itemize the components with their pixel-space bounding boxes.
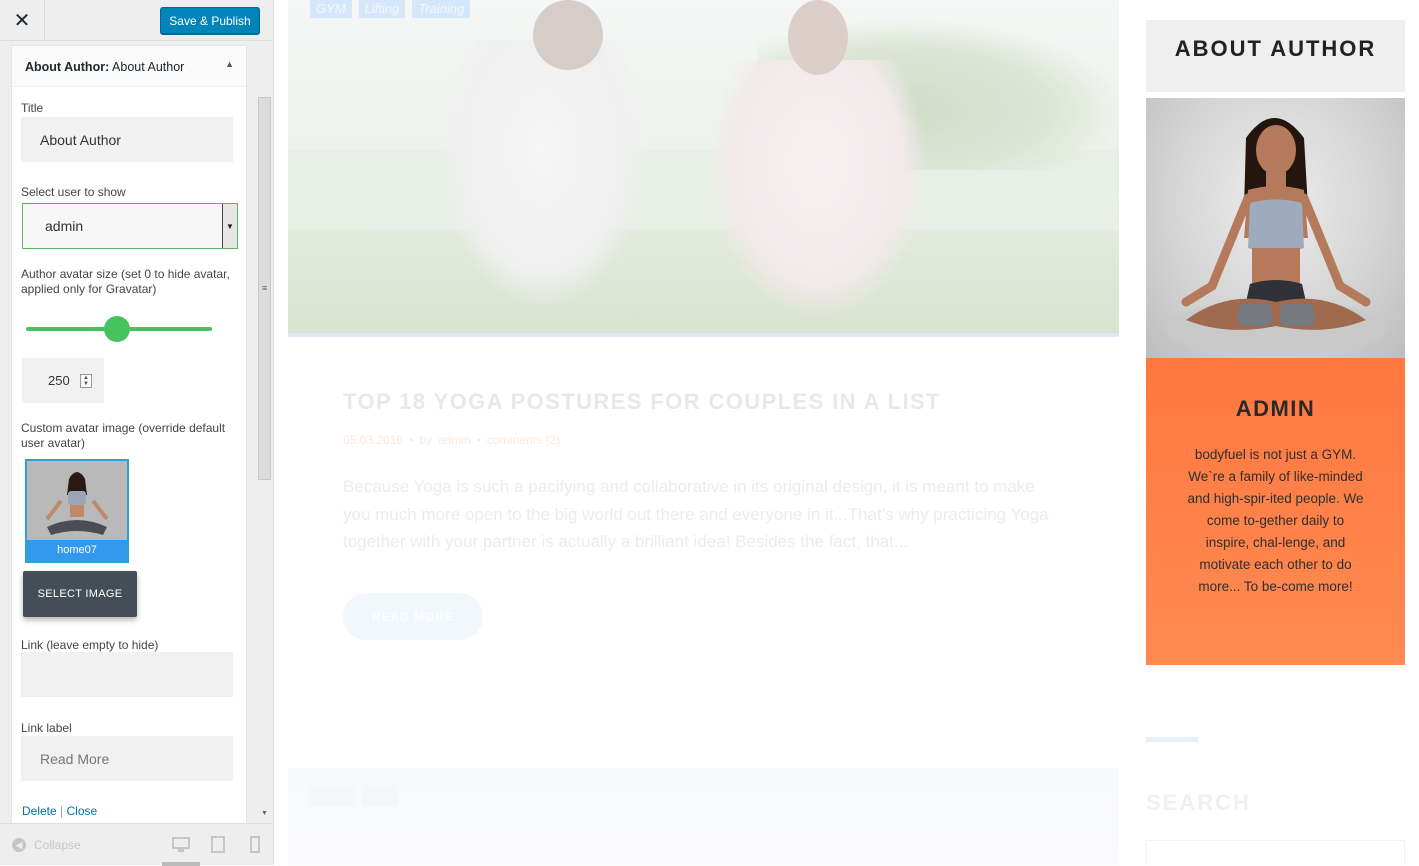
close-icon[interactable]: ✕	[0, 0, 45, 41]
meta-dot: •	[476, 433, 481, 447]
dropdown-arrow-icon[interactable]: ▼	[222, 204, 237, 248]
customizer-scroll-area[interactable]: About Author: About Author ▲ Title About…	[0, 41, 273, 823]
post-meta: 05.03.2016 • by admin • comments (2)	[343, 433, 560, 447]
next-post-image[interactable]	[288, 768, 1119, 865]
scroll-grip-icon: ≡	[262, 283, 268, 293]
post-by: by	[419, 433, 432, 447]
customizer-header: ✕ Save & Publish	[0, 0, 273, 41]
link-label: Link (leave empty to hide)	[21, 638, 159, 652]
customizer-scrollbar[interactable]: ≡	[258, 97, 271, 480]
about-author-widget-preview: ABOUT AUTHOR ADMIN bodyfuel is not just …	[1146, 20, 1405, 665]
post-tags: GYM Lifting Training	[310, 0, 471, 18]
post-excerpt: Because Yoga is such a pacifying and col…	[343, 477, 1049, 551]
hero-woman-head	[788, 0, 848, 75]
site-preview: GYM Lifting Training TOP 18 YOGA POSTURE…	[274, 0, 1419, 865]
hero-person-woman	[708, 60, 928, 320]
custom-avatar-label: Custom avatar image (override default us…	[21, 421, 226, 450]
active-device-indicator	[162, 862, 200, 866]
search-widget-title: SEARCH	[1146, 790, 1251, 815]
actions-separator: |	[60, 804, 64, 818]
title-input[interactable]: About Author	[21, 117, 233, 162]
link-input[interactable]	[21, 652, 233, 697]
author-name: ADMIN	[1235, 396, 1316, 421]
hero-underline	[288, 333, 1119, 337]
delete-link[interactable]: Delete	[22, 804, 57, 818]
collapse-button[interactable]: ◀ Collapse	[12, 838, 81, 852]
link-label-input[interactable]: Read More	[21, 736, 233, 781]
widget-title-name: About Author	[112, 60, 185, 74]
title-label: Title	[21, 101, 44, 115]
read-more-button[interactable]: READ MORE	[343, 593, 483, 640]
post-title[interactable]: TOP 18 YOGA POSTURES FOR COUPLES IN A LI…	[343, 389, 941, 415]
post-comments-link[interactable]: comments (2)	[487, 433, 560, 447]
avatar-size-number-input[interactable]: 250 ▲ ▼	[22, 358, 104, 403]
select-user-value: admin	[45, 218, 84, 234]
post-author-link[interactable]: admin	[438, 433, 471, 447]
next-post-tags	[308, 786, 398, 806]
collapse-label: Collapse	[34, 838, 81, 852]
avatar-size-label: Author avatar size (set 0 to hide avatar…	[21, 267, 230, 296]
avatar-size-value: 250	[48, 373, 70, 388]
customizer-footer: ◀ Collapse	[0, 823, 273, 866]
save-publish-button[interactable]: Save & Publish	[160, 7, 260, 34]
collapse-arrow-icon[interactable]: ▲	[225, 59, 234, 69]
search-widget-accent	[1146, 737, 1198, 742]
desktop-preview-icon[interactable]	[172, 836, 190, 854]
hero-person-man	[438, 40, 648, 310]
customizer-panel: ✕ Save & Publish About Author: About Aut…	[0, 0, 274, 866]
widget-actions: Delete | Close	[22, 804, 97, 818]
tag-training[interactable]: Training	[412, 0, 471, 18]
hero-grass	[288, 230, 1119, 337]
author-avatar-image	[1166, 118, 1386, 356]
widget-title-prefix: About Author:	[25, 60, 110, 74]
select-user-dropdown[interactable]: admin ▼	[22, 203, 238, 249]
tablet-preview-icon[interactable]	[209, 836, 227, 854]
tag-lifting[interactable]: Lifting	[358, 0, 406, 18]
about-author-header: ABOUT AUTHOR	[1146, 20, 1405, 92]
post-date: 05.03.2016	[343, 433, 404, 447]
select-user-label: Select user to show	[21, 185, 126, 199]
post-featured-image[interactable]: GYM Lifting Training	[288, 0, 1119, 337]
number-spinner-icon[interactable]: ▲ ▼	[80, 374, 92, 388]
author-bio: bodyfuel is not just a GYM. We`re a fami…	[1187, 447, 1364, 594]
widget-title: About Author: About Author	[25, 60, 184, 74]
link-label-label: Link label	[21, 721, 72, 735]
meta-dot: •	[409, 433, 414, 447]
about-author-widget: About Author: About Author ▲ Title About…	[11, 45, 247, 823]
collapse-icon: ◀	[12, 838, 26, 852]
next-post-tag[interactable]	[308, 786, 356, 806]
next-post-tag[interactable]	[362, 786, 398, 806]
custom-avatar-thumbnail[interactable]: home07	[25, 459, 129, 563]
avatar-caption: home07	[27, 540, 127, 561]
search-input[interactable]	[1146, 840, 1405, 865]
mobile-preview-icon[interactable]	[246, 836, 264, 854]
tag-gym[interactable]: GYM	[310, 0, 352, 18]
avatar-size-slider-handle[interactable]	[104, 316, 130, 342]
hero-man-head	[533, 0, 603, 70]
about-author-body: ADMIN bodyfuel is not just a GYM. We`re …	[1146, 358, 1405, 665]
close-link[interactable]: Close	[67, 804, 98, 818]
select-image-button[interactable]: SELECT IMAGE	[23, 571, 137, 617]
author-avatar	[1146, 98, 1405, 358]
widget-header[interactable]: About Author: About Author ▲	[12, 46, 246, 87]
scroll-down-arrow-icon[interactable]: ▼	[261, 810, 268, 817]
about-author-title: ABOUT AUTHOR	[1174, 36, 1377, 61]
